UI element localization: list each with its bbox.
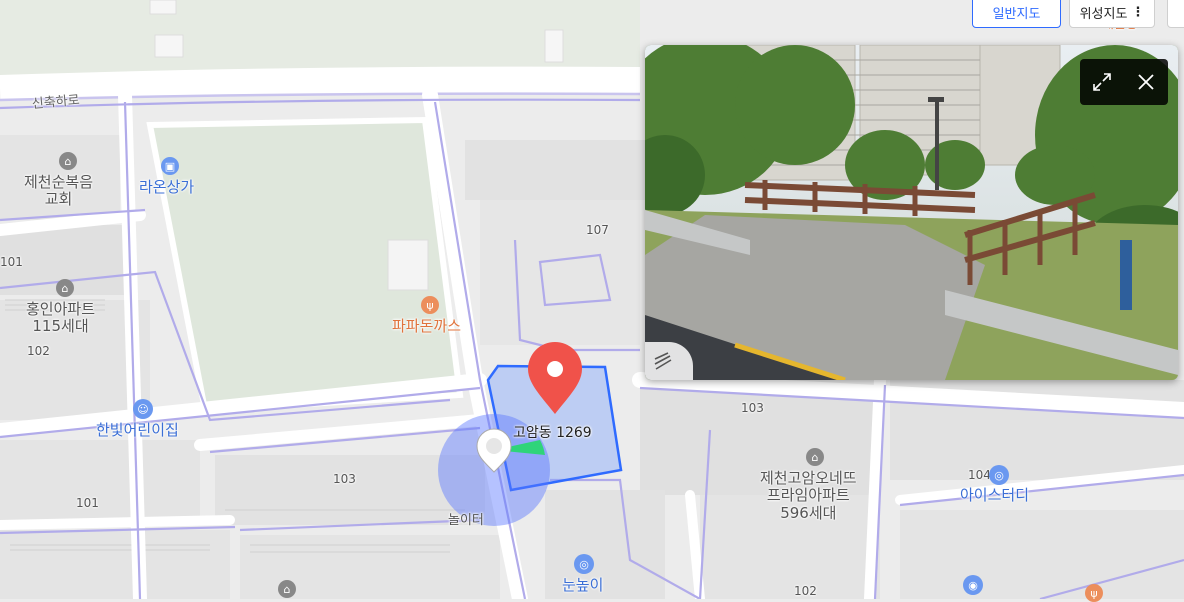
poi-papa-katsu[interactable]: 파파돈까스 bbox=[392, 317, 461, 335]
roadview-close-button[interactable] bbox=[1124, 59, 1168, 105]
map-type-normal-label: 일반지도 bbox=[992, 6, 1041, 22]
academy-icon: ◎ bbox=[574, 554, 594, 574]
roadview-panel[interactable] bbox=[645, 45, 1178, 380]
restaurant-icon: ψ bbox=[421, 296, 439, 314]
mall-icon: ▣ bbox=[161, 157, 179, 175]
daycare-icon: ☺ bbox=[133, 399, 153, 419]
academy-icon: ◎ bbox=[989, 465, 1009, 485]
expand-icon bbox=[1093, 73, 1111, 91]
close-icon bbox=[1138, 74, 1154, 90]
building-number: 104 bbox=[968, 468, 991, 482]
map-type-normal-button[interactable]: 일반지도 bbox=[972, 0, 1061, 28]
building-number: 103 bbox=[333, 472, 356, 486]
apartment-icon: ⌂ bbox=[56, 279, 74, 297]
poi-ice-study[interactable]: 아이스터디 bbox=[960, 486, 1029, 504]
menu-icon bbox=[654, 352, 672, 370]
building-number: 101 bbox=[0, 255, 23, 269]
restaurant-icon: ψ bbox=[1085, 584, 1103, 602]
poi-playground[interactable]: 놀이터 bbox=[448, 513, 484, 529]
apartment-icon: ⌂ bbox=[278, 580, 296, 598]
poi-jecheon-apt[interactable]: 제천고암오네뜨 프라임아파트 596세대 bbox=[760, 469, 857, 522]
poi-nunnopi[interactable]: 눈높이 bbox=[562, 576, 603, 594]
map-type-extra-button[interactable] bbox=[1167, 0, 1184, 28]
building-number: 103 bbox=[741, 401, 764, 415]
map-type-satellite-button[interactable]: 위성지도 ⋮ bbox=[1069, 0, 1155, 28]
map-type-satellite-label: 위성지도 bbox=[1079, 6, 1128, 22]
poi-lion-mall[interactable]: 라온상가 bbox=[139, 178, 194, 196]
more-options-icon[interactable]: ⋮ bbox=[1131, 5, 1144, 20]
building-number: 101 bbox=[76, 496, 99, 510]
building-number: 102 bbox=[794, 584, 817, 598]
roadview-expand-button[interactable] bbox=[1080, 59, 1124, 105]
building-number: 107 bbox=[586, 223, 609, 237]
pin-address-label: 고암동 1269 bbox=[513, 425, 592, 441]
poi-church[interactable]: 제천순복음 교회 bbox=[24, 173, 93, 209]
subway-icon: ◉ bbox=[963, 575, 983, 595]
poi-daycare[interactable]: 한빛어린이집 bbox=[96, 421, 179, 439]
building-number: 102 bbox=[27, 344, 50, 358]
road-sinchukro bbox=[0, 66, 641, 101]
poi-hongin-apt[interactable]: 홍인아파트 115세대 bbox=[26, 300, 95, 336]
church-icon: ⌂ bbox=[59, 152, 77, 170]
apartment-icon: ⌂ bbox=[806, 448, 824, 466]
